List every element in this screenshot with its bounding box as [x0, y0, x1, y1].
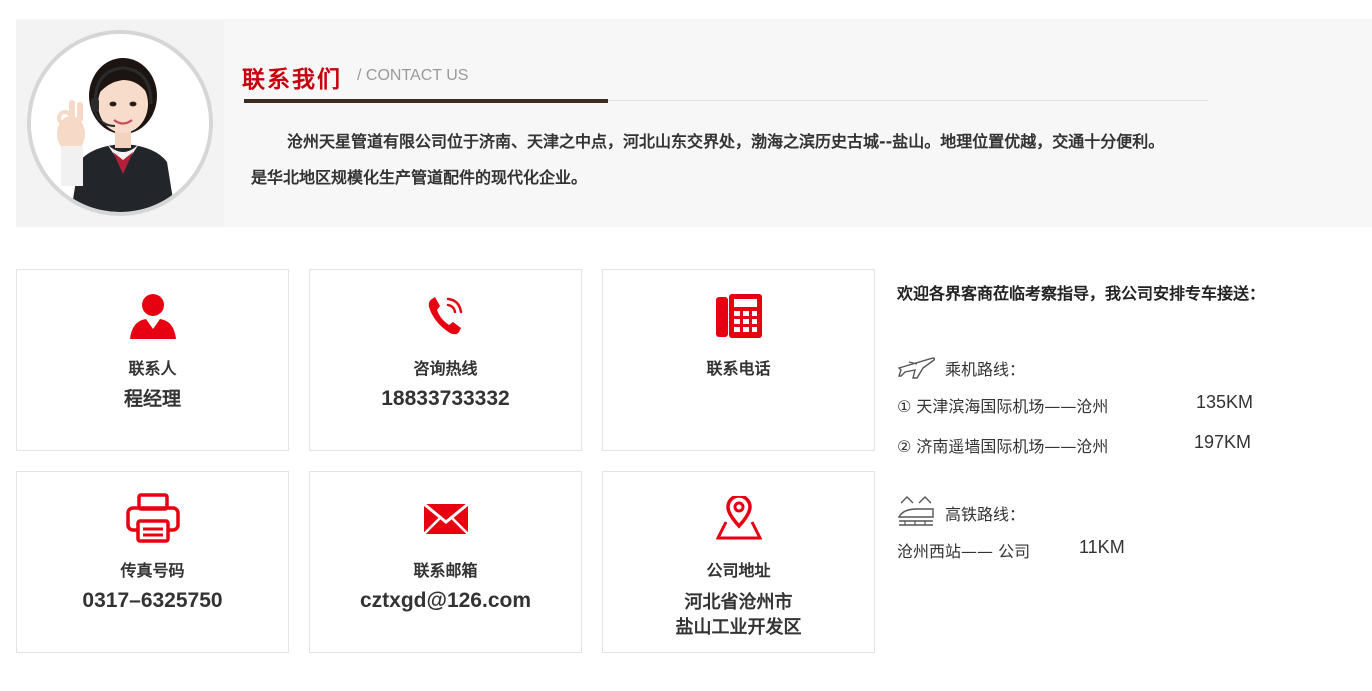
- page-subtitle: / CONTACT US: [357, 67, 469, 84]
- high-speed-train-icon: [897, 495, 945, 531]
- telephone-icon: [603, 292, 874, 340]
- air-route-heading: 乘机路线：: [897, 352, 1025, 384]
- intro-line-1: 沧州天星管道有限公司位于济南、天津之中点，河北山东交界处，渤海之滨历史古城--盐…: [287, 132, 1165, 151]
- customer-service-avatar-icon: [31, 34, 209, 212]
- address-line-1: 河北省沧州市: [684, 592, 793, 613]
- card-label: 传真号码: [120, 561, 185, 580]
- airplane-icon: [897, 352, 945, 384]
- air-route-label: 乘机路线：: [945, 360, 1026, 379]
- address-line-2: 盐山工业开发区: [675, 617, 802, 638]
- envelope-icon: [310, 494, 581, 542]
- contact-card-address: 公司地址 河北省沧州市 盐山工业开发区: [602, 471, 875, 653]
- card-value: 河北省沧州市 盐山工业开发区: [603, 590, 874, 640]
- route-distance: 11KM: [1079, 537, 1125, 557]
- intro-line-2: 是华北地区规模化生产管道配件的现代化企业。: [251, 168, 588, 187]
- card-value: 程经理: [123, 388, 181, 410]
- map-pin-icon: [603, 494, 874, 542]
- card-value: 0317–6325750: [82, 589, 223, 612]
- card-value[interactable]: 18833733332: [310, 386, 581, 412]
- card-value[interactable]: cztxgd@126.com: [310, 588, 581, 614]
- route-text: ① 天津滨海国际机场——沧州: [897, 397, 1109, 416]
- card-label: 公司地址: [706, 561, 771, 580]
- air-route-item: ② 济南遥墙国际机场——沧州 197KM: [897, 432, 1251, 457]
- title-underline-accent: [244, 99, 608, 103]
- air-route-item: ① 天津滨海国际机场——沧州 135KM: [897, 392, 1253, 417]
- person-icon: [17, 292, 288, 340]
- route-text: 沧州西站—— 公司: [897, 542, 1031, 561]
- card-label: 联系邮箱: [413, 561, 478, 580]
- route-text: ② 济南遥墙国际机场——沧州: [897, 437, 1109, 456]
- contact-card-hotline: 咨询热线 18833733332: [309, 269, 582, 451]
- contact-card-telephone: 联系电话: [602, 269, 875, 451]
- company-intro: 沧州天星管道有限公司位于济南、天津之中点，河北山东交界处，渤海之滨历史古城--盐…: [251, 124, 1351, 196]
- card-label: 联系人: [128, 359, 177, 378]
- card-label: 联系电话: [706, 359, 771, 378]
- page-title: 联系我们: [242, 67, 342, 93]
- avatar: [27, 30, 213, 216]
- route-distance: 135KM: [1196, 392, 1254, 412]
- rail-route-heading: 高铁路线：: [897, 495, 1025, 531]
- phone-call-icon: [310, 292, 581, 340]
- fax-printer-icon: [17, 493, 288, 543]
- rail-route-label: 高铁路线：: [945, 505, 1026, 524]
- contact-card-email: 联系邮箱 cztxgd@126.com: [309, 471, 582, 653]
- contact-card-fax: 传真号码 0317–6325750: [16, 471, 289, 653]
- contact-card-person: 联系人 程经理: [16, 269, 289, 451]
- welcome-text: 欢迎各界客商莅临考察指导，我公司安排专车接送：: [897, 284, 1266, 303]
- route-distance: 197KM: [1194, 432, 1252, 452]
- card-label: 咨询热线: [413, 359, 478, 378]
- rail-route-item: 沧州西站—— 公司 11KM: [897, 537, 1125, 562]
